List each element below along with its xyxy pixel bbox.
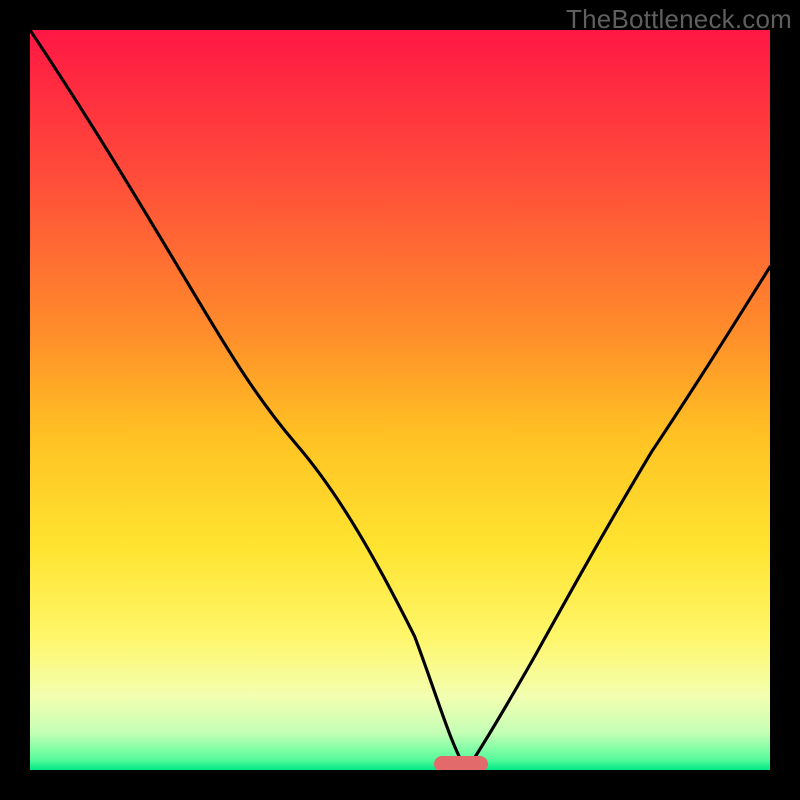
plot-area (30, 30, 770, 770)
chart-frame: TheBottleneck.com (0, 0, 800, 800)
optimal-marker (434, 756, 488, 770)
bottleneck-curve (30, 30, 770, 770)
watermark-text: TheBottleneck.com (566, 4, 792, 35)
